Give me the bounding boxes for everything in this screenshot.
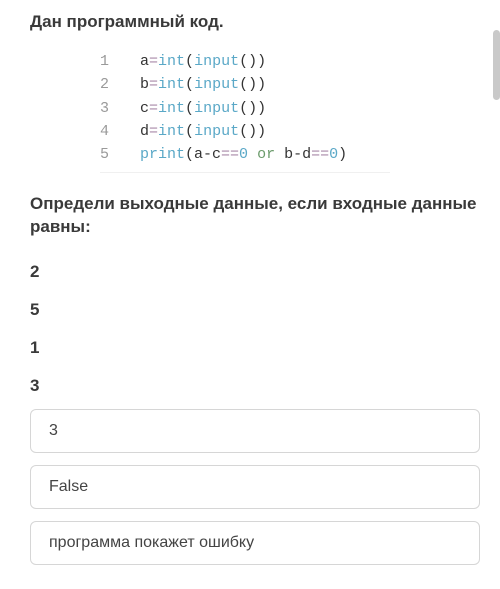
prompt-heading: Дан программный код. — [30, 12, 480, 32]
code-text: b=int(input()) — [140, 73, 266, 96]
line-number: 4 — [100, 120, 140, 143]
quiz-content: Дан программный код. 1 a=int(input()) 2 … — [0, 0, 500, 589]
code-line: 1 a=int(input()) — [100, 50, 390, 73]
scrollbar-track[interactable] — [493, 0, 500, 540]
input-value: 5 — [30, 293, 480, 327]
input-value: 3 — [30, 369, 480, 403]
answer-option-3[interactable]: программа покажет ошибку — [30, 521, 480, 565]
code-line: 4 d=int(input()) — [100, 120, 390, 143]
answer-option-1[interactable]: 3 — [30, 409, 480, 453]
code-text: a=int(input()) — [140, 50, 266, 73]
line-number: 3 — [100, 97, 140, 120]
line-number: 2 — [100, 73, 140, 96]
code-line: 5 print(a-c==0 or b-d==0) — [100, 143, 390, 166]
answer-option-2[interactable]: False — [30, 465, 480, 509]
scrollbar-thumb[interactable] — [493, 30, 500, 100]
input-values-list: 2 5 1 3 — [30, 255, 480, 403]
code-line: 2 b=int(input()) — [100, 73, 390, 96]
line-number: 5 — [100, 143, 140, 166]
question-heading: Определи выходные данные, если входные д… — [30, 193, 480, 239]
code-text: c=int(input()) — [140, 97, 266, 120]
code-text: d=int(input()) — [140, 120, 266, 143]
code-block: 1 a=int(input()) 2 b=int(input()) 3 c=in… — [100, 46, 390, 173]
input-value: 1 — [30, 331, 480, 365]
code-line: 3 c=int(input()) — [100, 97, 390, 120]
input-value: 2 — [30, 255, 480, 289]
line-number: 1 — [100, 50, 140, 73]
code-text: print(a-c==0 or b-d==0) — [140, 143, 347, 166]
